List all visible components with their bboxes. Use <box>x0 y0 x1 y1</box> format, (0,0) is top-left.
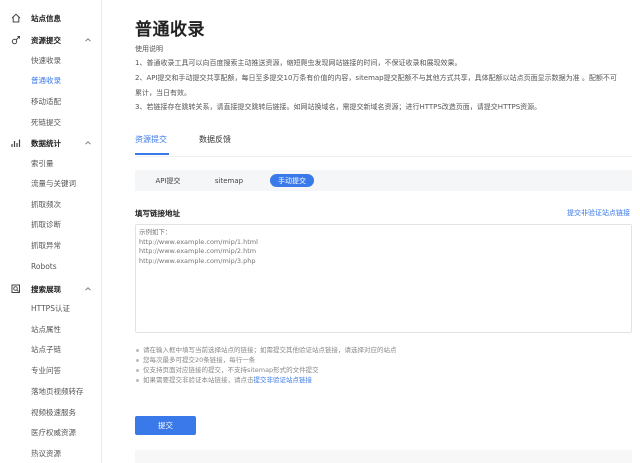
tip-item: 请在输入框中填写当前选择站点的链接；如需提交其他验证站点链接，请选择对应的站点 <box>135 345 397 355</box>
sidebar-item[interactable]: 死链提交 <box>0 112 101 132</box>
sidebar-item-label: 专业问答 <box>31 365 61 375</box>
link-icon <box>10 35 21 46</box>
main-content: 普通收录 使用说明 1、普通收录工具可以向百度搜索主动推送资源，缩短爬虫发现网站… <box>102 0 640 463</box>
tips-list: 请在输入框中填写当前选择站点的链接；如需提交其他验证站点链接，请选择对应的站点 … <box>135 345 397 385</box>
sidebar-item-label: 流量与关键词 <box>31 178 76 188</box>
tip-item: 仅支持页面对应链接的提交，不支持sitemap形式的文件提交 <box>135 365 397 375</box>
tip-item: 您每次最多可提交20条链接，每行一条 <box>135 355 397 365</box>
submit-unverified-link[interactable]: 提交非验证站点链接 <box>567 208 630 218</box>
sidebar-item[interactable]: 抓取异常 <box>0 235 101 255</box>
sidebar-item-label: HTTPS认证 <box>31 303 70 313</box>
usage-line: 2、API提交和手动提交共享配额，每日至多提交10万条有价值的内容，sitema… <box>135 74 617 82</box>
sidebar-item[interactable]: HTTPS认证 <box>0 298 101 318</box>
page-title: 普通收录 <box>135 20 205 40</box>
sidebar-section-label: 站点信息 <box>31 13 61 23</box>
tabs-divider <box>135 156 632 157</box>
sidebar-section-label: 资源提交 <box>31 35 61 45</box>
url-field-label: 填写链接地址 <box>135 209 180 218</box>
tab-data-feedback[interactable]: 数据反馈 <box>199 134 231 145</box>
chevron-up-icon[interactable] <box>84 285 92 293</box>
sidebar-item-label: 医疗权威资源 <box>31 427 76 437</box>
sidebar: 站点信息资源提交快速收录普通收录移动适配死链提交数据统计索引量流量与关键词 抓取频… <box>0 0 102 463</box>
subtab-sitemap[interactable]: sitemap <box>209 174 249 187</box>
subtab-api[interactable]: API提交 <box>149 174 187 187</box>
sidebar-item[interactable]: 站点属性 <box>0 319 101 339</box>
sidebar-item-label: 抓取诊断 <box>31 219 61 229</box>
url-textarea[interactable] <box>135 224 632 333</box>
sidebar-item[interactable]: 普通收录 <box>0 70 101 90</box>
usage-line: 3、若链接存在跳转关系，请直接提交跳转后链接。如网站换域名，需提交新域名资源；进… <box>135 103 542 111</box>
tip-item-last: 如果需要提交非验证本站链接，请点击提交非验证站点链接 <box>135 375 397 385</box>
sidebar-item-label: 抓取异常 <box>31 240 61 250</box>
sidebar-item-label: 死链提交 <box>31 117 61 127</box>
sidebar-item-label: 热议资源 <box>31 448 61 458</box>
sidebar-section-0[interactable]: 站点信息 <box>0 8 101 28</box>
subtab-manual[interactable]: 手动提交 <box>270 174 314 187</box>
sidebar-item[interactable]: 落地页视频转存 <box>0 381 101 401</box>
sidebar-item-label: 视频极速服务 <box>31 407 76 417</box>
sidebar-section-label: 搜索展现 <box>31 284 61 294</box>
tab-resource-submit[interactable]: 资源提交 <box>135 134 167 145</box>
chart-icon <box>10 138 21 149</box>
sidebar-item-label: 站点属性 <box>31 324 61 334</box>
home-icon <box>10 13 21 24</box>
sidebar-item-label: 移动适配 <box>31 96 61 106</box>
sidebar-item[interactable]: 抓取频次 <box>0 194 101 214</box>
bottom-panel <box>135 450 632 463</box>
sidebar-item[interactable]: 热议资源 <box>0 443 101 463</box>
sidebar-item-label: 站点子链 <box>31 344 61 354</box>
sidebar-item[interactable]: 专业问答 <box>0 360 101 380</box>
sidebar-item-label: 快速收录 <box>31 55 61 65</box>
sidebar-item-label: 索引量 <box>31 158 54 168</box>
sidebar-section-1[interactable]: 资源提交 <box>0 30 101 50</box>
sidebar-item[interactable]: 索引量 <box>0 153 101 173</box>
sidebar-item-label: Robots <box>31 261 57 271</box>
chevron-up-icon[interactable] <box>84 139 92 147</box>
sidebar-item[interactable]: 抓取诊断 <box>0 214 101 234</box>
sidebar-section-3[interactable]: 搜索展现 <box>0 279 101 299</box>
chevron-up-icon[interactable] <box>84 36 92 44</box>
usage-line: 累计，当日有效。 <box>135 89 191 97</box>
sidebar-item[interactable]: 移动适配 <box>0 91 101 111</box>
active-tab-indicator <box>135 153 169 155</box>
tip-text: 如果需要提交非验证本站链接，请点击 <box>143 376 254 384</box>
sidebar-item[interactable]: 快速收录 <box>0 50 101 70</box>
tip-unverified-link[interactable]: 提交非验证站点链接 <box>254 376 313 384</box>
sidebar-item[interactable]: 流量与关键词 <box>0 173 101 193</box>
sidebar-item[interactable]: 医疗权威资源 <box>0 422 101 442</box>
sidebar-item[interactable]: 站点子链 <box>0 339 101 359</box>
search-display-icon <box>10 284 21 295</box>
sidebar-item-label: 抓取频次 <box>31 199 61 209</box>
sidebar-item[interactable]: Robots <box>0 256 101 276</box>
sidebar-item-label: 落地页视频转存 <box>31 386 84 396</box>
sidebar-section-2[interactable]: 数据统计 <box>0 133 101 153</box>
sidebar-section-label: 数据统计 <box>31 138 61 148</box>
submit-method-bar: API提交 sitemap 手动提交 <box>135 170 632 191</box>
sidebar-item-label: 普通收录 <box>31 75 61 85</box>
submit-button[interactable]: 提交 <box>135 416 196 435</box>
sidebar-item[interactable]: 视频极速服务 <box>0 402 101 422</box>
usage-line: 1、普通收录工具可以向百度搜索主动推送资源，缩短爬虫发现网站链接的时间，不保证收… <box>135 59 462 67</box>
usage-title: 使用说明 <box>135 45 163 53</box>
